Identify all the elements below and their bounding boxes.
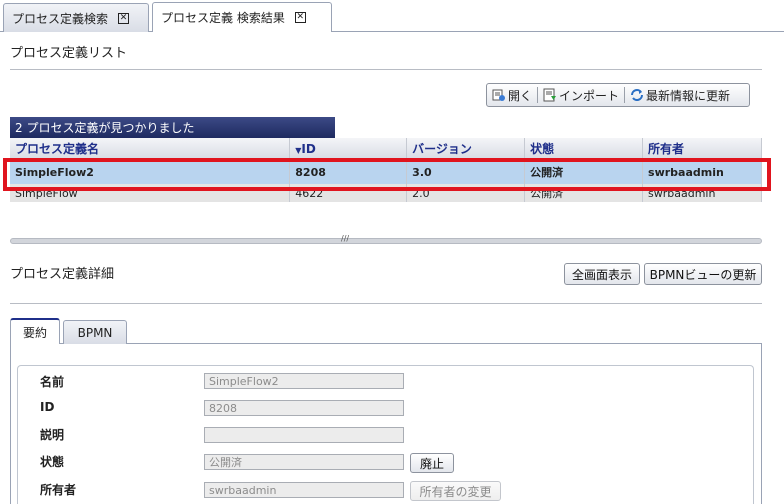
tab-search-results[interactable]: プロセス定義 検索結果 ✕ (152, 2, 332, 32)
tab-label: プロセス定義検索 (12, 11, 109, 26)
refresh-icon (631, 89, 644, 101)
cell-id: 8208 (289, 160, 408, 184)
cell-owner: swrbaadmin (642, 160, 762, 184)
name-field: SimpleFlow2 (204, 373, 404, 389)
divider (10, 303, 762, 304)
detail-tab-bar: 要約 BPMN (10, 318, 762, 344)
open-icon (492, 89, 505, 101)
list-toolbar: 開く インポート 最新情報に更新 (486, 83, 750, 107)
column-header-id[interactable]: ▼ID (289, 138, 408, 161)
splitter-handle[interactable]: /// (10, 234, 762, 244)
process-definition-table: プロセス定義名 ▼ID バージョン 状態 所有者 SimpleFlow2 820… (10, 138, 762, 202)
id-label: ID (40, 400, 55, 414)
import-icon (543, 88, 557, 102)
owner-label: 所有者 (40, 483, 77, 497)
change-owner-button[interactable]: 所有者の変更 (410, 481, 501, 501)
column-header-owner[interactable]: 所有者 (642, 138, 762, 161)
fullscreen-button[interactable]: 全画面表示 (564, 263, 640, 285)
status-label: 状態 (40, 455, 65, 469)
table-row[interactable]: SimpleFlow2 8208 3.0 公開済 swrbaadmin (10, 160, 762, 184)
tab-label: プロセス定義 検索結果 (161, 11, 285, 25)
deprecate-button[interactable]: 廃止 (410, 453, 454, 473)
tab-bpmn[interactable]: BPMN (63, 320, 127, 344)
cell-version: 2.0 (406, 184, 526, 202)
column-header-id-label: ID (301, 141, 316, 156)
close-icon[interactable]: ✕ (118, 12, 130, 24)
refresh-label: 最新情報に更新 (646, 88, 731, 103)
grip-icon: /// (341, 234, 350, 243)
owner-field: swrbaadmin (204, 482, 404, 498)
detail-title: プロセス定義詳細 (10, 267, 115, 282)
id-field: 8208 (204, 400, 404, 416)
bpmn-refresh-button[interactable]: BPMNビューの更新 (644, 263, 762, 285)
description-label: 説明 (40, 428, 65, 442)
status-field: 公開済 (204, 454, 404, 470)
divider (10, 69, 762, 70)
open-button[interactable]: 開く (487, 85, 537, 105)
import-label: インポート (559, 88, 620, 103)
column-header-version[interactable]: バージョン (406, 138, 526, 161)
cell-version: 3.0 (406, 160, 526, 184)
refresh-button[interactable]: 最新情報に更新 (625, 85, 735, 105)
top-tab-bar: プロセス定義検索 ✕ プロセス定義 検索結果 ✕ (0, 0, 784, 32)
cell-name: SimpleFlow (10, 184, 291, 202)
cell-owner: swrbaadmin (642, 184, 762, 202)
tab-process-search[interactable]: プロセス定義検索 ✕ (3, 3, 149, 32)
name-label: 名前 (40, 375, 65, 389)
list-title: プロセス定義リスト (10, 46, 128, 61)
open-label: 開く (508, 88, 533, 103)
column-header-status[interactable]: 状態 (524, 138, 644, 161)
import-button[interactable]: インポート (538, 85, 624, 105)
column-header-name[interactable]: プロセス定義名 (10, 138, 291, 161)
close-icon[interactable]: ✕ (294, 12, 306, 23)
cell-name: SimpleFlow2 (10, 160, 291, 184)
table-row[interactable]: SimpleFlow 4622 2.0 公開済 swrbaadmin (10, 184, 762, 202)
result-count-banner: 2 プロセス定義が見つかりました (10, 117, 335, 138)
cell-status: 公開済 (524, 160, 644, 184)
cell-id: 4622 (289, 184, 408, 202)
table-header: プロセス定義名 ▼ID バージョン 状態 所有者 (10, 138, 762, 161)
tab-summary[interactable]: 要約 (10, 318, 60, 344)
cell-status: 公開済 (524, 184, 644, 202)
description-field (204, 427, 404, 443)
